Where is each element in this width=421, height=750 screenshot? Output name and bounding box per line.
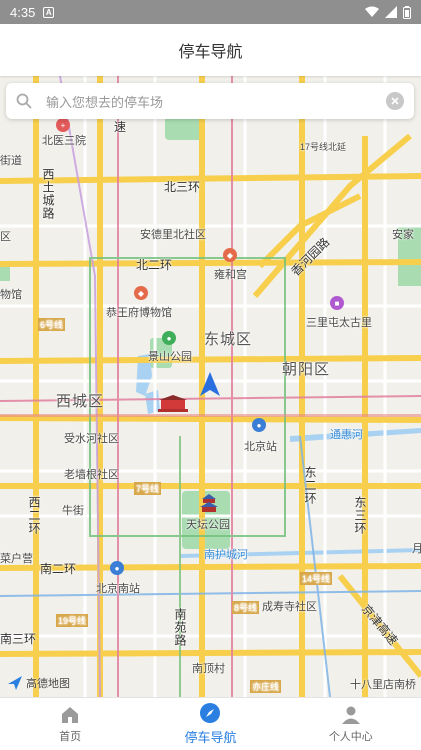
map-label: 19号线 <box>56 614 89 627</box>
map-provider-logo: 高德地图 <box>8 675 70 691</box>
map-label: 安德里北社区 <box>140 229 206 241</box>
map-label: 亦庄线 <box>250 680 282 693</box>
map-label: 牛街 <box>62 505 84 517</box>
clear-button[interactable] <box>386 92 404 110</box>
tab-label: 首页 <box>59 730 82 743</box>
map-label: 北医三院 <box>42 135 86 147</box>
map-label: 菜户营 <box>0 553 33 565</box>
station-icon: ● <box>252 418 266 432</box>
map-label: 北京南站 <box>96 583 140 595</box>
map-label: 西土城路 <box>41 168 55 220</box>
tab-parking-navigation[interactable]: 停车导航 <box>140 698 280 750</box>
bottom-tab-bar: 首页 停车导航 个人中心 <box>0 697 421 750</box>
map-label: 东二环 <box>303 466 317 505</box>
wifi-icon <box>365 6 379 17</box>
close-icon <box>391 97 399 105</box>
header: 停车导航 <box>0 24 421 76</box>
battery-icon <box>403 5 411 19</box>
map-label: 8号线 <box>232 601 260 614</box>
map-label: 街道 <box>0 155 22 167</box>
map-label: 雍和宫 <box>214 269 247 281</box>
map-label: 安家 <box>392 229 414 241</box>
map-label: 东三环 <box>353 496 367 535</box>
map-view[interactable]: + ◆ ◆ ● ■ ● ● 北医三院 街道 速 17号线北延 北三环 西土城路 … <box>0 76 421 697</box>
map-label: 速 <box>114 120 127 134</box>
map-label: 通惠河 <box>330 429 363 441</box>
tab-profile[interactable]: 个人中心 <box>281 698 421 750</box>
park-icon: ● <box>162 331 176 345</box>
compass-icon <box>200 703 221 723</box>
map-label: 三里屯太古里 <box>306 317 372 329</box>
tab-label: 停车导航 <box>184 730 237 745</box>
temple-of-heaven-icon <box>200 494 218 512</box>
search-icon <box>16 93 32 109</box>
tab-label: 个人中心 <box>328 730 373 743</box>
map-label: 南护城河 <box>204 549 248 561</box>
location-arrow-icon <box>200 372 220 396</box>
map-label: 南苑路 <box>173 608 187 647</box>
map-label: 西城区 <box>56 393 105 410</box>
map-label: 7号线 <box>134 482 162 495</box>
search-input[interactable]: 输入您想去的停车场 <box>46 92 163 111</box>
search-bar[interactable]: 输入您想去的停车场 <box>6 83 414 119</box>
map-label: 6号线 <box>38 318 66 331</box>
map-label: 14号线 <box>300 572 333 585</box>
station-icon: ● <box>110 561 124 575</box>
map-label: 西二环 <box>27 496 41 535</box>
map-label: 东城区 <box>204 331 253 348</box>
user-icon <box>341 706 360 724</box>
map-label: 南二环 <box>40 562 77 576</box>
attraction-icon: ◆ <box>223 248 237 262</box>
museum-icon: ◆ <box>134 286 148 300</box>
notification-glyph: A <box>45 7 52 17</box>
status-bar: 4:35 A <box>0 0 421 24</box>
map-label: 老墙根社区 <box>64 469 119 481</box>
page-title: 停车导航 <box>178 44 243 61</box>
map-label: 物馆 <box>0 289 22 301</box>
map-label: 南三环 <box>0 632 37 646</box>
map-label: 北三环 <box>164 180 201 194</box>
map-label: 朝阳区 <box>282 361 331 378</box>
map-label: 受水河社区 <box>64 433 119 445</box>
map-label: 景山公园 <box>148 351 192 363</box>
map-label: 天坛公园 <box>186 519 230 531</box>
amap-logo-icon <box>8 676 22 690</box>
forbidden-city-icon <box>158 395 188 412</box>
map-label: 南顶村 <box>192 663 225 675</box>
map-label: 恭王府博物馆 <box>106 307 172 319</box>
shopping-icon: ■ <box>330 296 344 310</box>
map-provider-name: 高德地图 <box>26 678 70 690</box>
map-label: 十八里店南桥 <box>350 679 416 691</box>
map-label: 成寿寺社区 <box>262 601 317 613</box>
hospital-icon: + <box>56 118 70 132</box>
signal-icon <box>385 6 397 18</box>
map-label: 北二环 <box>136 258 173 272</box>
home-icon <box>62 706 79 723</box>
map-label: 北京站 <box>244 441 277 453</box>
map-label: 月 <box>412 543 421 555</box>
map-label: 17号线北延 <box>300 142 347 152</box>
notification-icon: A <box>43 6 55 18</box>
map-label: 区 <box>0 231 11 243</box>
tab-home[interactable]: 首页 <box>0 698 140 750</box>
status-time: 4:35 <box>10 4 36 20</box>
